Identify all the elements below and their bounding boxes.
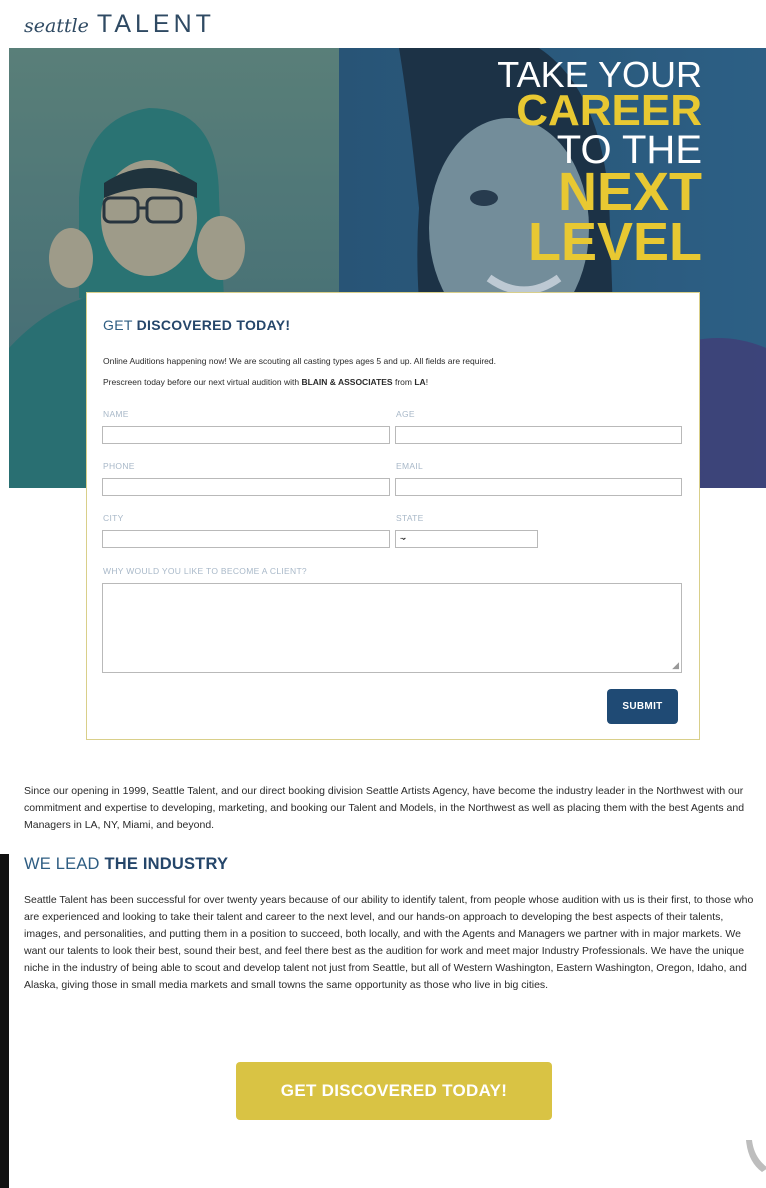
form-intro-line-2: Prescreen today before our next virtual … <box>103 372 693 393</box>
lead-heading-light: WE LEAD <box>24 855 105 873</box>
hero-line-4: NEXT <box>557 162 702 223</box>
form-intro: Online Auditions happening now! We are s… <box>103 351 693 393</box>
site-logo[interactable]: seattle TALENT <box>24 10 215 40</box>
submit-button[interactable]: SUBMIT <box>607 689 678 724</box>
state-label: STATE <box>396 513 424 523</box>
name-label: NAME <box>103 409 129 419</box>
about-paragraph: Since our opening in 1999, Seattle Talen… <box>24 785 745 831</box>
age-field[interactable] <box>395 426 682 444</box>
intro-pre: Prescreen today before our next virtual … <box>103 377 302 387</box>
chevron-down-icon: ⌄ <box>400 532 408 542</box>
phone-label: PHONE <box>103 461 135 471</box>
hero-tagline: TAKE YOUR CAREER TO THE NEXT LEVEL <box>497 56 702 273</box>
intro-bold-2: LA <box>414 377 426 387</box>
form-title-bold: DISCOVERED TODAY! <box>136 317 291 333</box>
phone-field[interactable] <box>102 478 390 496</box>
lead-heading: WE LEAD THE INDUSTRY <box>24 855 228 874</box>
email-label: EMAIL <box>396 461 424 471</box>
hero-line-2: CAREER <box>516 86 702 136</box>
signup-form-card: GET DISCOVERED TODAY! Online Auditions h… <box>86 292 700 740</box>
get-discovered-button[interactable]: GET DISCOVERED TODAY! <box>236 1062 552 1120</box>
hero-line-5: LEVEL <box>527 212 702 273</box>
name-field[interactable] <box>102 426 390 444</box>
lead-heading-bold: THE INDUSTRY <box>104 855 229 873</box>
age-label: AGE <box>396 409 415 419</box>
form-intro-line-1: Online Auditions happening now! We are s… <box>103 356 496 366</box>
state-select[interactable]: -- ⌄ <box>395 530 538 548</box>
city-field[interactable] <box>102 530 390 548</box>
left-edge-bar <box>0 854 9 1188</box>
email-field[interactable] <box>395 478 682 496</box>
logo-word: TALENT <box>96 10 215 38</box>
why-textarea[interactable]: ◢ <box>102 583 682 673</box>
intro-mid: from <box>392 377 415 387</box>
logo-script: seattle <box>24 15 89 37</box>
city-label: CITY <box>103 513 124 523</box>
corner-decoration-icon <box>746 1140 766 1172</box>
why-label: WHY WOULD YOU LIKE TO BECOME A CLIENT? <box>103 566 307 576</box>
lead-paragraph: Seattle Talent has been successful for o… <box>24 894 754 991</box>
form-title: GET DISCOVERED TODAY! <box>103 317 290 333</box>
form-title-light: GET <box>103 317 137 333</box>
intro-bold-1: BLAIN & ASSOCIATES <box>301 377 393 387</box>
intro-end: ! <box>425 377 429 387</box>
resize-grip-icon[interactable]: ◢ <box>672 660 679 671</box>
